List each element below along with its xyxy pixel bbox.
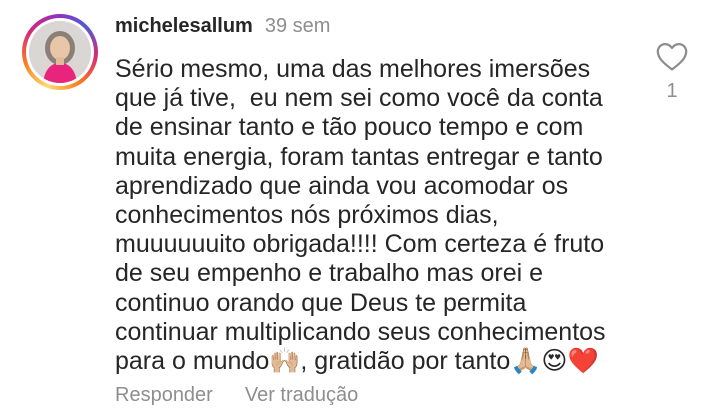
profile-photo-icon bbox=[29, 21, 91, 83]
like-button[interactable] bbox=[655, 40, 689, 72]
comment-line: aprendizado que ainda vou acomodar os bbox=[115, 171, 569, 200]
comment-line: para o mundo🙌🏼, gratidão por tanto🙏🏼😍❤️ bbox=[115, 347, 599, 376]
comment-line: de ensinar tanto e tão pouco tempo e com bbox=[115, 113, 584, 142]
comment-header: michelesallum 39 sem bbox=[115, 15, 330, 38]
avatar-photo bbox=[29, 21, 91, 83]
like-count: 1 bbox=[666, 80, 678, 102]
comment-line: Sério mesmo, uma das melhores imersões bbox=[115, 55, 591, 83]
avatar[interactable] bbox=[22, 14, 98, 90]
comment-line: que já tive, eu nem sei como você da con… bbox=[115, 84, 603, 113]
heart-outline-icon bbox=[656, 42, 688, 71]
timestamp: 39 sem bbox=[264, 15, 331, 37]
translate-button[interactable]: Ver tradução bbox=[245, 384, 358, 407]
comment-actions: Responder Ver tradução bbox=[115, 384, 358, 407]
username[interactable]: michelesallum bbox=[115, 15, 253, 38]
comment-text: Sério mesmo, uma das melhores imersões q… bbox=[115, 55, 655, 376]
comment-line: de seu empenho e trabalho mas orei e bbox=[115, 259, 544, 288]
comment-line: continuar multiplicando seus conheciment… bbox=[115, 317, 606, 346]
comment-line: conhecimentos nós próximos dias, bbox=[115, 201, 499, 230]
comment-line: continuo orando que Deus te permita bbox=[115, 288, 527, 317]
reply-button[interactable]: Responder bbox=[115, 384, 213, 407]
comment-line: muita energia, foram tantas entregar e t… bbox=[115, 142, 603, 171]
comment-line: muuuuuuito obrigada!!!! Com certeza é fr… bbox=[115, 230, 605, 259]
